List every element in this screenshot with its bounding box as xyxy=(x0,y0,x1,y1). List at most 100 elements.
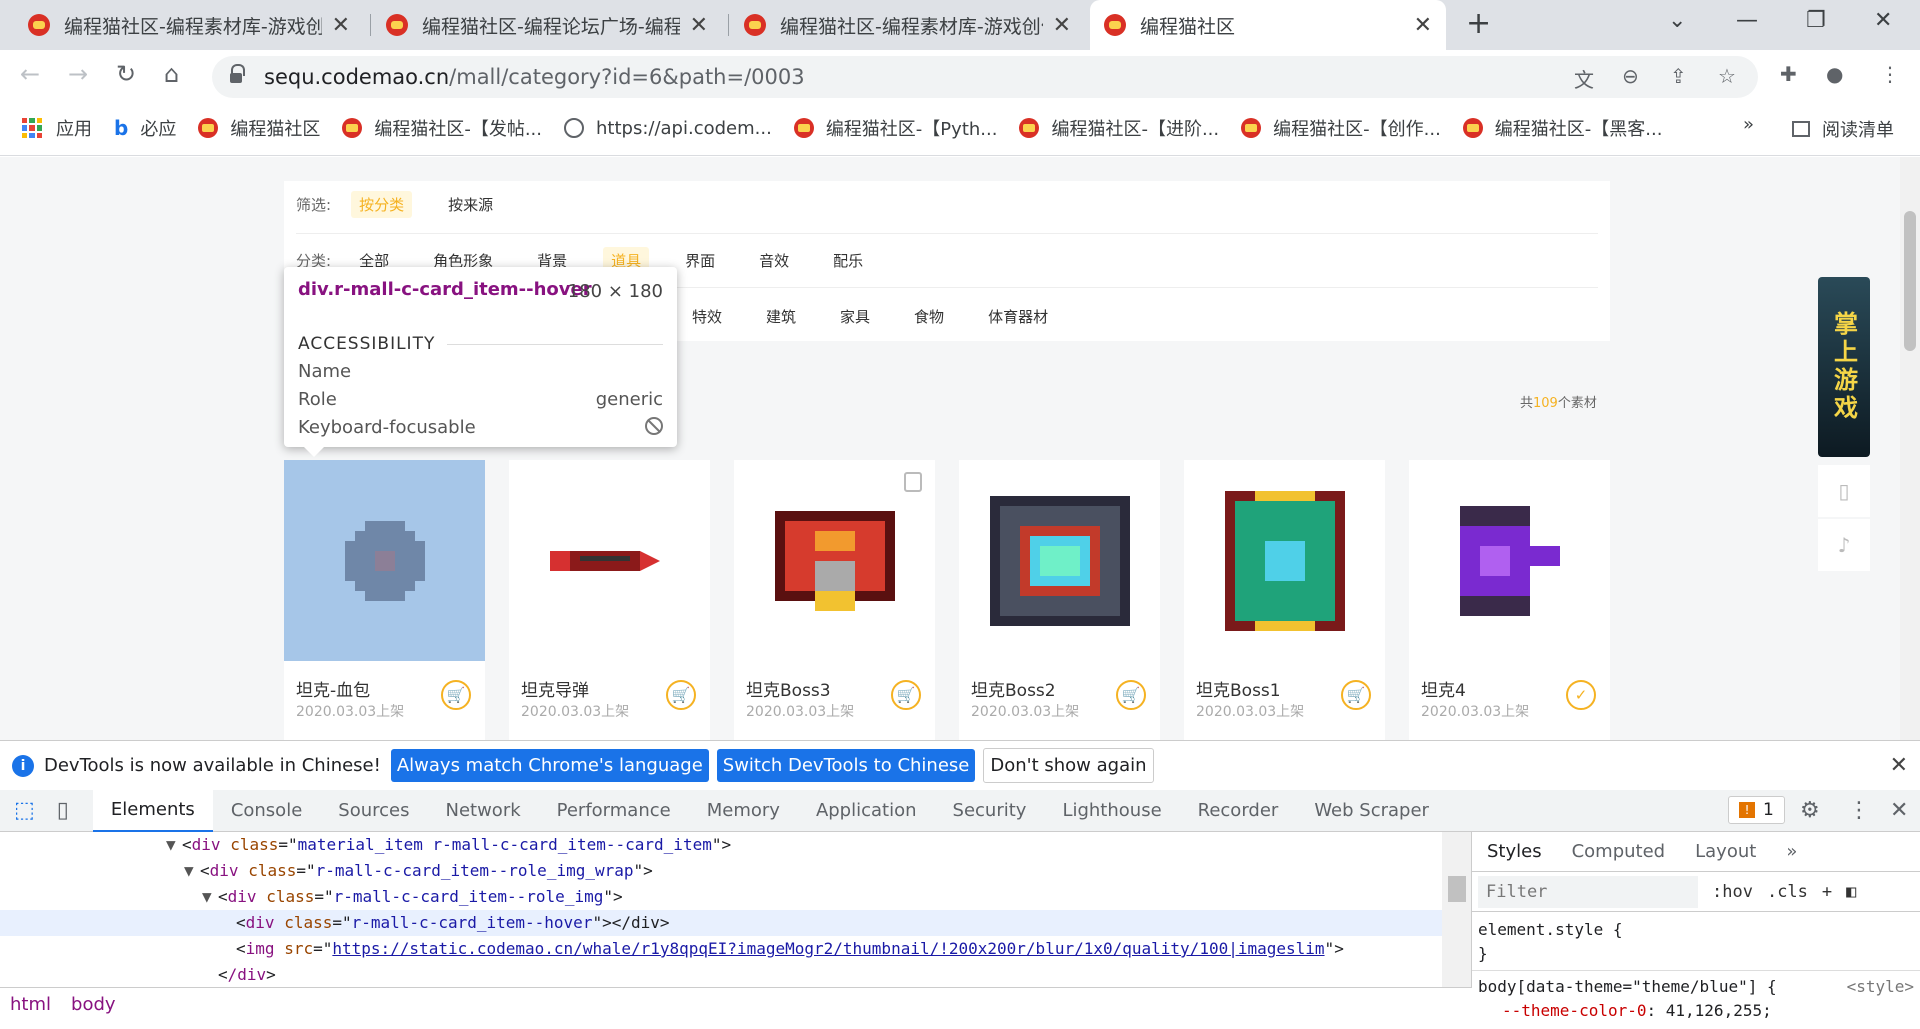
material-card[interactable]: 坦克导弹 2020.03.03上架 🛒 xyxy=(509,460,710,740)
material-card[interactable]: 坦克Boss2 2020.03.03上架 🛒 xyxy=(959,460,1160,740)
dom-node[interactable]: ▼ <div class="r-mall-c-card_item--role_im… xyxy=(0,884,1442,910)
add-to-cart-icon[interactable]: 🛒 xyxy=(1341,680,1371,710)
subcategory-item[interactable]: 体育器材 xyxy=(980,303,1056,330)
toggle-sidebar-icon[interactable]: ◧ xyxy=(1846,882,1856,902)
material-card[interactable]: 坦克Boss1 2020.03.03上架 🛒 xyxy=(1184,460,1385,740)
dom-node[interactable]: </div> xyxy=(0,962,1442,987)
bookmark-apps[interactable]: 应用 xyxy=(22,115,92,141)
address-bar[interactable]: sequ.codemao.cn/mall/category?id=6&path=… xyxy=(212,56,1758,98)
zoom-icon[interactable]: ⊖ xyxy=(1622,64,1639,88)
bookmark-item[interactable]: 编程猫社区 xyxy=(198,115,320,141)
subcategory-item[interactable]: 特效 xyxy=(684,303,730,330)
bookmark-star-icon[interactable]: ☆ xyxy=(1718,64,1736,88)
reload-icon[interactable]: ↻ xyxy=(116,60,136,88)
styles-filter-input[interactable]: Filter xyxy=(1478,875,1698,908)
restore-icon[interactable]: ❐ xyxy=(1806,8,1826,33)
browser-tab-2[interactable]: 编程猫社区-编程论坛广场-编程学 ✕ xyxy=(372,0,722,50)
tab-web-scraper[interactable]: Web Scraper xyxy=(1296,790,1447,832)
tab-computed[interactable]: Computed xyxy=(1557,841,1681,862)
dom-node[interactable]: ▼ <div class="r-mall-c-card_item--role_im… xyxy=(0,858,1442,884)
reading-list-button[interactable]: 阅读清单 xyxy=(1792,116,1894,142)
device-toolbar-icon[interactable]: ▯ xyxy=(57,798,69,823)
mobile-icon[interactable]: ▯ xyxy=(1818,465,1870,517)
card-image[interactable] xyxy=(1184,460,1385,661)
material-card[interactable]: 坦克4 2020.03.03上架 ✓ xyxy=(1409,460,1610,740)
bookmark-item[interactable]: 编程猫社区-【创作... xyxy=(1241,115,1441,141)
breadcrumb-html[interactable]: html xyxy=(0,994,61,1015)
profile-avatar-icon[interactable]: ● xyxy=(1826,62,1843,86)
category-ui[interactable]: 界面 xyxy=(677,247,723,274)
tab-search-icon[interactable]: ⌄ xyxy=(1668,8,1686,33)
category-music[interactable]: 配乐 xyxy=(825,247,871,274)
extensions-icon[interactable]: ✚ xyxy=(1780,62,1797,86)
close-tab-icon[interactable]: ✕ xyxy=(1053,13,1071,38)
card-image[interactable] xyxy=(509,460,710,661)
devtools-menu-icon[interactable]: ⋮ xyxy=(1848,798,1870,823)
tab-application[interactable]: Application xyxy=(798,790,935,832)
add-to-cart-icon[interactable]: 🛒 xyxy=(666,680,696,710)
tab-styles[interactable]: Styles xyxy=(1472,841,1557,862)
tab-sources[interactable]: Sources xyxy=(320,790,427,832)
dont-show-again-button[interactable]: Don't show again xyxy=(983,748,1154,783)
bookmark-item[interactable]: 编程猫社区-【黑客... xyxy=(1462,115,1662,141)
subcategory-item[interactable]: 家具 xyxy=(832,303,878,330)
tab-console[interactable]: Console xyxy=(213,790,320,832)
switch-to-chinese-button[interactable]: Switch DevTools to Chinese xyxy=(716,749,976,782)
tab-elements[interactable]: Elements xyxy=(92,789,213,832)
notification-bell-icon[interactable]: ♪ xyxy=(1818,519,1870,571)
minimize-icon[interactable]: — xyxy=(1736,8,1758,33)
promo-banner[interactable]: 掌上游戏 xyxy=(1818,277,1870,457)
card-image[interactable] xyxy=(734,460,935,661)
settings-gear-icon[interactable]: ⚙ xyxy=(1800,798,1820,823)
material-card[interactable]: 坦克Boss3 2020.03.03上架 🛒 xyxy=(734,460,935,740)
new-rule-icon[interactable]: + xyxy=(1822,882,1832,902)
bookmark-bing[interactable]: b 必应 xyxy=(114,115,176,141)
bookmarks-overflow-icon[interactable]: » xyxy=(1743,114,1754,135)
browser-tab-active[interactable]: 编程猫社区 ✕ xyxy=(1090,0,1446,50)
back-icon[interactable]: ← xyxy=(20,60,40,88)
tab-network[interactable]: Network xyxy=(427,790,538,832)
page-scrollbar[interactable] xyxy=(1900,157,1920,740)
card-image[interactable] xyxy=(959,460,1160,661)
material-card[interactable]: 坦克-血包 2020.03.03上架 🛒 xyxy=(284,460,485,740)
dom-node-selected[interactable]: <div class="r-mall-c-card_item--hover"><… xyxy=(0,910,1442,936)
always-match-language-button[interactable]: Always match Chrome's language xyxy=(390,749,709,782)
close-tab-icon[interactable]: ✕ xyxy=(332,13,350,38)
browser-tab-3[interactable]: 编程猫社区-编程素材库-游戏创作 ✕ xyxy=(730,0,1085,50)
category-sfx[interactable]: 音效 xyxy=(751,247,797,274)
cls-toggle[interactable]: .cls xyxy=(1767,882,1808,902)
browser-tab-1[interactable]: 编程猫社区-编程素材库-游戏创作 ✕ xyxy=(14,0,364,50)
tab-memory[interactable]: Memory xyxy=(689,790,798,832)
card-image[interactable] xyxy=(1409,460,1610,661)
subcategory-item[interactable]: 食物 xyxy=(906,303,952,330)
menu-icon[interactable]: ⋮ xyxy=(1880,62,1900,86)
bookmark-item[interactable]: https://api.codem... xyxy=(564,118,772,139)
close-devtools-icon[interactable]: ✕ xyxy=(1890,798,1908,823)
translate-icon[interactable]: 文 xyxy=(1574,64,1594,93)
share-icon[interactable]: ⇪ xyxy=(1670,64,1687,88)
hov-toggle[interactable]: :hov xyxy=(1712,882,1753,902)
breadcrumb-body[interactable]: body xyxy=(61,994,126,1015)
tab-layout[interactable]: Layout xyxy=(1680,841,1771,862)
filter-by-source[interactable]: 按来源 xyxy=(440,191,501,218)
dom-node[interactable]: <img src="https://static.codemao.cn/whal… xyxy=(0,936,1442,962)
tab-performance[interactable]: Performance xyxy=(539,790,689,832)
subcategory-item[interactable]: 建筑 xyxy=(758,303,804,330)
elements-scrollbar[interactable] xyxy=(1442,832,1472,987)
inspect-element-icon[interactable]: ⬚ xyxy=(14,798,35,823)
new-tab-icon[interactable]: + xyxy=(1466,6,1491,41)
close-window-icon[interactable]: ✕ xyxy=(1874,8,1892,33)
bookmark-item[interactable]: 编程猫社区-【Pyth... xyxy=(793,115,997,141)
forward-icon[interactable]: → xyxy=(68,60,88,88)
card-image[interactable] xyxy=(284,460,485,661)
close-infobar-icon[interactable]: ✕ xyxy=(1890,753,1908,778)
tab-lighthouse[interactable]: Lighthouse xyxy=(1044,790,1179,832)
bookmark-item[interactable]: 编程猫社区-【进阶... xyxy=(1019,115,1219,141)
add-to-cart-icon[interactable]: 🛒 xyxy=(441,680,471,710)
close-tab-icon[interactable]: ✕ xyxy=(1414,13,1432,38)
add-to-cart-icon[interactable]: 🛒 xyxy=(891,680,921,710)
warnings-badge[interactable]: ! 1 xyxy=(1728,796,1785,824)
tab-security[interactable]: Security xyxy=(935,790,1045,832)
add-to-cart-icon[interactable]: 🛒 xyxy=(1116,680,1146,710)
filter-by-category[interactable]: 按分类 xyxy=(351,191,413,218)
